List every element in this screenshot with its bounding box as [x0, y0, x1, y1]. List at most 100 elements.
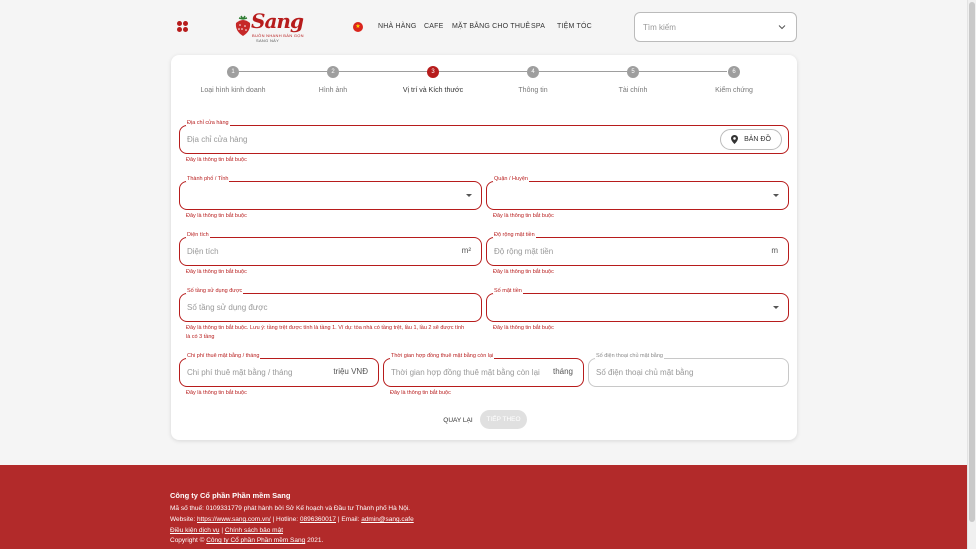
step-1-label: Loại hình kinh doanh [200, 87, 266, 94]
rent-placeholder: Chi phí thuê mặt bằng / tháng [187, 368, 293, 377]
district-error: Đây là thông tin bắt buộc [493, 213, 554, 219]
lease-remaining-error: Đây là thông tin bắt buộc [390, 390, 451, 396]
footer: Công ty Cổ phần Phần mềm Sang Mã số thuế… [0, 465, 967, 549]
map-button[interactable]: BẢN ĐỒ [720, 129, 782, 150]
caret-down-icon [466, 194, 472, 197]
address-error: Đây là thông tin bắt buộc [186, 157, 247, 163]
search-input[interactable] [643, 21, 773, 34]
lease-remaining-unit: tháng [552, 367, 573, 376]
location-pin-icon [731, 135, 739, 144]
frontages-count-label: Số mặt tiền [493, 288, 523, 294]
area-field[interactable]: Diện tích Diện tích m² [179, 232, 482, 266]
frontage-width-field[interactable]: Độ rộng mặt tiền Độ rộng mặt tiền m [486, 232, 789, 266]
rent-field[interactable]: Chi phí thuê mặt bằng / tháng Chi phí th… [179, 353, 379, 387]
footer-policy-line: Điều kiện dịch vụ | Chính sách bảo mật [170, 527, 283, 534]
step-2-label: Hình ảnh [318, 87, 348, 94]
owner-phone-label: Số điện thoại chủ mặt bằng [595, 353, 664, 359]
grid-menu-icon[interactable] [177, 21, 188, 32]
area-placeholder: Diện tích [187, 247, 219, 256]
search-box[interactable] [634, 12, 797, 42]
district-label: Quận / Huyện [493, 176, 529, 182]
nav-cafe[interactable]: CAFE [424, 23, 443, 30]
map-button-label: BẢN ĐỒ [744, 136, 771, 143]
floors-error: Đây là thông tin bắt buộc. Lưu ý: tầng t… [186, 325, 465, 331]
step-1-dot[interactable]: 1 [227, 66, 239, 78]
step-3-label: Vị trí và Kích thước [402, 87, 464, 94]
form-card: 1 2 3 4 5 6 Loại hình kinh doanh Hình ản… [171, 55, 797, 440]
owner-phone-placeholder: Số điện thoại chủ mặt bằng [596, 368, 694, 377]
district-select[interactable]: Quận / Huyện [486, 176, 789, 210]
step-4-label: Thông tin [518, 87, 548, 94]
rent-label: Chi phí thuê mặt bằng / tháng [186, 353, 261, 359]
logo[interactable]: Sang BUÔN NHANH BÁN GỌN SANG NÀY [234, 9, 304, 45]
email-link[interactable]: admin@sang.cafe [361, 516, 414, 523]
frontage-width-error: Đây là thông tin bắt buộc [493, 269, 554, 275]
scrollbar-thumb[interactable] [969, 2, 975, 522]
logo-brand: Sang [251, 9, 304, 33]
next-button[interactable]: TIẾP THEO [480, 410, 527, 429]
nav-premises-for-rent[interactable]: MẶT BẰNG CHO THUÊ [452, 23, 530, 30]
step-2-dot[interactable]: 2 [327, 66, 339, 78]
policy-separator: | [221, 527, 224, 534]
frontages-count-error: Đây là thông tin bắt buộc [493, 325, 554, 331]
address-placeholder: Địa chỉ cửa hàng [187, 135, 248, 144]
city-label: Thành phố / Tỉnh [186, 176, 230, 182]
step-5-dot[interactable]: 5 [627, 66, 639, 78]
area-error: Đây là thông tin bắt buộc [186, 269, 247, 275]
page-scrollbar[interactable] [967, 0, 976, 549]
lease-remaining-label: Thời gian hợp đồng thuê mặt bằng còn lại [390, 353, 495, 359]
city-error: Đây là thông tin bắt buộc [186, 213, 247, 219]
caret-down-icon [773, 194, 779, 197]
address-field[interactable]: Địa chỉ cửa hàng Địa chỉ cửa hàng BẢN ĐỒ [179, 120, 789, 154]
caret-down-icon [773, 306, 779, 309]
hotline-label: | Hotline: [272, 516, 299, 523]
address-label: Địa chỉ cửa hàng [186, 120, 230, 126]
step-4-dot[interactable]: 4 [527, 66, 539, 78]
frontages-count-select[interactable]: Số mặt tiền [486, 288, 789, 322]
area-label: Diện tích [186, 232, 210, 238]
copyright-prefix: Copyright © [170, 537, 205, 544]
step-3-dot[interactable]: 3 [427, 66, 439, 78]
rent-unit: triệu VNĐ [333, 367, 368, 376]
terms-link[interactable]: Điều kiện dịch vụ [170, 527, 220, 534]
privacy-link[interactable]: Chính sách bảo mật [225, 527, 283, 534]
page: Sang BUÔN NHANH BÁN GỌN SANG NÀY ★ NHÀ H… [0, 0, 967, 549]
step-connector [639, 71, 727, 72]
lease-remaining-placeholder: Thời gian hợp đồng thuê mặt bằng còn lại [391, 368, 540, 377]
footer-contact-line: Website: https://www.sang.com.vn/ | Hotl… [170, 516, 414, 523]
step-connector [339, 71, 427, 72]
website-link[interactable]: https://www.sang.com.vn/ [197, 516, 271, 523]
step-6-label: Kiểm chứng [715, 87, 753, 94]
email-label: | Email: [337, 516, 360, 523]
header: Sang BUÔN NHANH BÁN GỌN SANG NÀY ★ NHÀ H… [0, 0, 967, 55]
chevron-down-icon[interactable] [778, 23, 786, 31]
logo-tagline-2: SANG NÀY [256, 38, 280, 43]
area-unit: m² [461, 246, 471, 255]
footer-tax-line: Mã số thuế: 0109331779 phát hành bởi Sở … [170, 505, 411, 512]
nav-restaurant[interactable]: NHÀ HÀNG [378, 23, 417, 30]
back-button[interactable]: QUAY LẠI [438, 412, 478, 428]
copyright-company-link[interactable]: Công ty Cổ phần Phần mềm Sang [206, 537, 305, 544]
step-connector [239, 71, 327, 72]
rent-error: Đây là thông tin bắt buộc [186, 390, 247, 396]
lease-remaining-field[interactable]: Thời gian hợp đồng thuê mặt bằng còn lại… [383, 353, 584, 387]
floors-placeholder: Số tầng sử dụng được [187, 303, 268, 312]
step-6-dot[interactable]: 6 [728, 66, 740, 78]
owner-phone-field[interactable]: Số điện thoại chủ mặt bằng Số điện thoại… [588, 353, 789, 387]
floors-label: Số tầng sử dụng được [186, 288, 244, 294]
floors-error-line2: là có 3 tầng [186, 334, 215, 340]
floors-field[interactable]: Số tầng sử dụng được Số tầng sử dụng đượ… [179, 288, 482, 322]
nav-spa[interactable]: SPA [531, 23, 545, 30]
strawberry-icon [235, 15, 251, 36]
step-connector [539, 71, 627, 72]
hotline-link[interactable]: 0896360017 [300, 516, 336, 523]
city-select[interactable]: Thành phố / Tỉnh [179, 176, 482, 210]
footer-copyright: Copyright © Công ty Cổ phần Phần mềm San… [170, 537, 323, 544]
step-connector [439, 71, 527, 72]
copyright-year: 2021. [307, 537, 324, 544]
vietnam-flag-icon[interactable]: ★ [353, 22, 363, 32]
nav-hair-salon[interactable]: TIỆM TÓC [557, 23, 592, 30]
website-label: Website: [170, 516, 196, 523]
footer-company-name: Công ty Cổ phần Phần mềm Sang [170, 491, 291, 500]
step-5-label: Tài chính [618, 87, 648, 94]
